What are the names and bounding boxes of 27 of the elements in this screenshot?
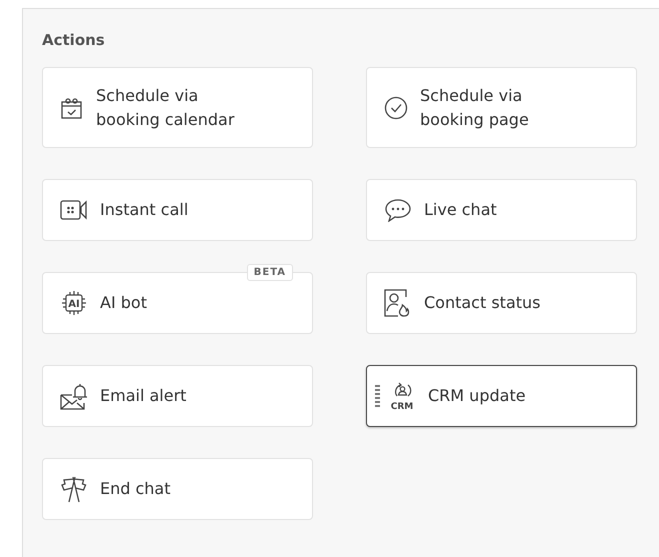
video-camera-icon: [60, 199, 88, 221]
action-card[interactable]: CRM CRM update: [366, 365, 637, 427]
action-card[interactable]: Instant call: [42, 179, 313, 241]
calendar-check-icon: [60, 96, 84, 120]
action-label: Schedule via booking calendar: [96, 84, 236, 130]
speech-bubble-icon: [384, 198, 412, 222]
action-card[interactable]: Schedule via booking calendar: [42, 67, 313, 148]
beta-badge: BETA: [246, 264, 293, 281]
action-card[interactable]: Email alert: [42, 365, 313, 427]
action-label: Instant call: [100, 199, 188, 221]
contact-flame-icon: [384, 289, 412, 317]
action-label: Schedule via booking page: [420, 84, 530, 130]
check-circle-icon: [384, 96, 408, 120]
drag-handle-icon[interactable]: [375, 385, 380, 407]
action-label: Email alert: [100, 385, 186, 407]
action-card[interactable]: Schedule via booking page: [366, 67, 637, 148]
section-title: Actions: [42, 31, 106, 51]
action-label: Live chat: [424, 199, 497, 221]
action-label: End chat: [100, 478, 171, 500]
action-card[interactable]: Contact status: [366, 272, 637, 334]
action-card[interactable]: Live chat: [366, 179, 637, 241]
action-label: AI bot: [100, 292, 147, 314]
crossed-flags-icon: [60, 475, 88, 503]
action-card[interactable]: End chat: [42, 458, 313, 520]
action-label: Contact status: [424, 292, 540, 314]
action-label: CRM update: [428, 385, 526, 407]
mail-bell-icon: [60, 382, 88, 410]
